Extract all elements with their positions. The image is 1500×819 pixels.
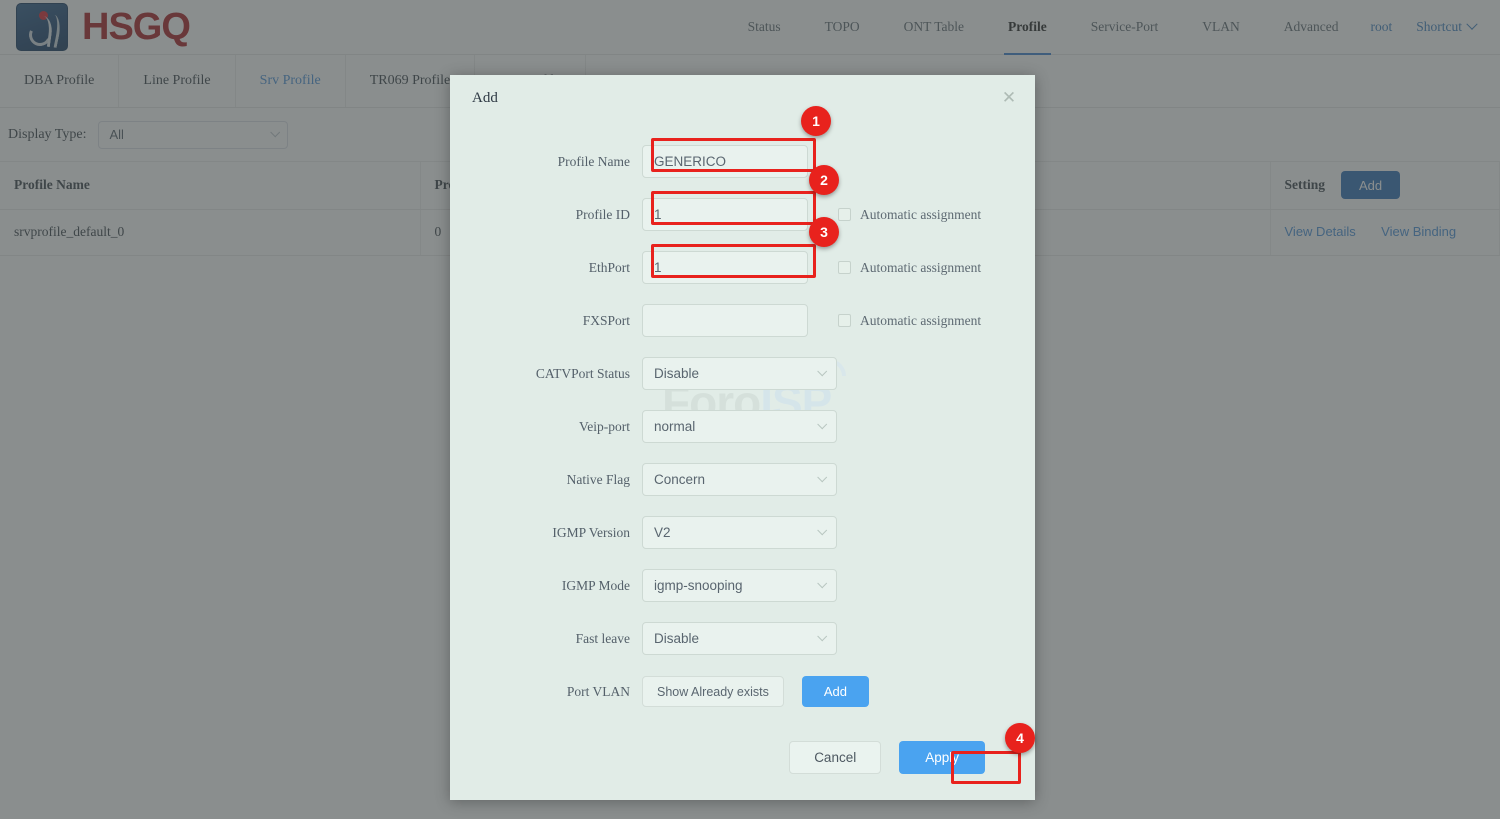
annotation-badge-4: 4 bbox=[1005, 723, 1035, 753]
fxsport-field[interactable] bbox=[642, 304, 808, 337]
chevron-down-icon bbox=[817, 631, 828, 642]
catvport-status-select[interactable]: Disable bbox=[642, 357, 837, 390]
close-icon[interactable]: ✕ bbox=[999, 88, 1019, 108]
label-catvport-status: CATVPort Status bbox=[535, 365, 630, 381]
chevron-down-icon bbox=[817, 525, 828, 536]
checkbox-icon[interactable] bbox=[838, 314, 851, 327]
add-srv-profile-dialog: ForoISP Add ✕ Profile Name GENERICO Prof… bbox=[450, 75, 1035, 800]
field-row-fxsport: FXSPort Automatic assignment bbox=[450, 294, 1035, 347]
field-row-igmp-version: IGMP Version V2 bbox=[450, 506, 1035, 559]
apply-button[interactable]: Apply bbox=[899, 740, 985, 774]
label-profile-id: Profile ID bbox=[575, 206, 630, 222]
dialog-title: Add bbox=[472, 89, 498, 106]
ethport-field[interactable]: 1 bbox=[642, 251, 808, 284]
auto-assign-ethport[interactable]: Automatic assignment bbox=[838, 260, 981, 276]
auto-assign-label: Automatic assignment bbox=[860, 312, 982, 328]
field-row-profile-name: Profile Name GENERICO bbox=[450, 135, 1035, 188]
auto-assign-label: Automatic assignment bbox=[860, 259, 982, 275]
label-fast-leave: Fast leave bbox=[575, 630, 630, 646]
checkbox-icon[interactable] bbox=[838, 208, 851, 221]
label-ethport: EthPort bbox=[588, 259, 630, 275]
igmp-mode-select[interactable]: igmp-snooping bbox=[642, 569, 837, 602]
chevron-down-icon bbox=[817, 419, 828, 430]
igmp-version-value: V2 bbox=[654, 525, 671, 540]
annotation-badge-1: 1 bbox=[801, 106, 831, 136]
profile-name-field[interactable]: GENERICO bbox=[642, 145, 808, 178]
fast-leave-value: Disable bbox=[654, 631, 700, 646]
annotation-badge-3: 3 bbox=[809, 217, 839, 247]
field-row-port-vlan: Port VLAN Show Already exists Add bbox=[450, 665, 1035, 718]
label-igmp-version: IGMP Version bbox=[552, 524, 630, 540]
native-flag-value: Concern bbox=[654, 472, 706, 487]
field-row-native-flag: Native Flag Concern bbox=[450, 453, 1035, 506]
field-row-igmp-mode: IGMP Mode igmp-snooping bbox=[450, 559, 1035, 612]
label-native-flag: Native Flag bbox=[566, 471, 630, 487]
label-fxsport: FXSPort bbox=[582, 312, 630, 328]
dialog-footer: Cancel Apply bbox=[450, 714, 1035, 800]
igmp-version-select[interactable]: V2 bbox=[642, 516, 837, 549]
native-flag-select[interactable]: Concern bbox=[642, 463, 837, 496]
label-profile-name: Profile Name bbox=[557, 153, 630, 169]
checkbox-icon[interactable] bbox=[838, 261, 851, 274]
catvport-status-value: Disable bbox=[654, 366, 700, 381]
field-row-ethport: EthPort 1 Automatic assignment bbox=[450, 241, 1035, 294]
label-igmp-mode: IGMP Mode bbox=[561, 577, 630, 593]
auto-assign-profile-id[interactable]: Automatic assignment bbox=[838, 207, 981, 223]
field-row-veip-port: Veip-port normal bbox=[450, 400, 1035, 453]
veip-port-value: normal bbox=[654, 419, 696, 434]
dialog-body: Profile Name GENERICO Profile ID 1 Autom… bbox=[450, 121, 1035, 718]
field-row-fast-leave: Fast leave Disable bbox=[450, 612, 1035, 665]
profile-id-field[interactable]: 1 bbox=[642, 198, 808, 231]
chevron-down-icon bbox=[817, 472, 828, 483]
label-port-vlan: Port VLAN bbox=[566, 683, 630, 699]
fast-leave-select[interactable]: Disable bbox=[642, 622, 837, 655]
field-row-profile-id: Profile ID 1 Automatic assignment bbox=[450, 188, 1035, 241]
auto-assign-fxsport[interactable]: Automatic assignment bbox=[838, 313, 981, 329]
label-veip-port: Veip-port bbox=[579, 418, 630, 434]
port-vlan-add-button[interactable]: Add bbox=[801, 676, 869, 707]
veip-port-select[interactable]: normal bbox=[642, 410, 837, 443]
field-row-catvport-status: CATVPort Status Disable bbox=[450, 347, 1035, 400]
cancel-button[interactable]: Cancel bbox=[789, 740, 882, 774]
chevron-down-icon bbox=[817, 578, 828, 589]
chevron-down-icon bbox=[817, 366, 828, 377]
igmp-mode-value: igmp-snooping bbox=[654, 578, 743, 593]
show-already-exists-button[interactable]: Show Already exists bbox=[642, 676, 784, 707]
auto-assign-label: Automatic assignment bbox=[860, 206, 982, 222]
annotation-badge-2: 2 bbox=[809, 165, 839, 195]
dialog-header: Add ✕ bbox=[450, 75, 1035, 121]
